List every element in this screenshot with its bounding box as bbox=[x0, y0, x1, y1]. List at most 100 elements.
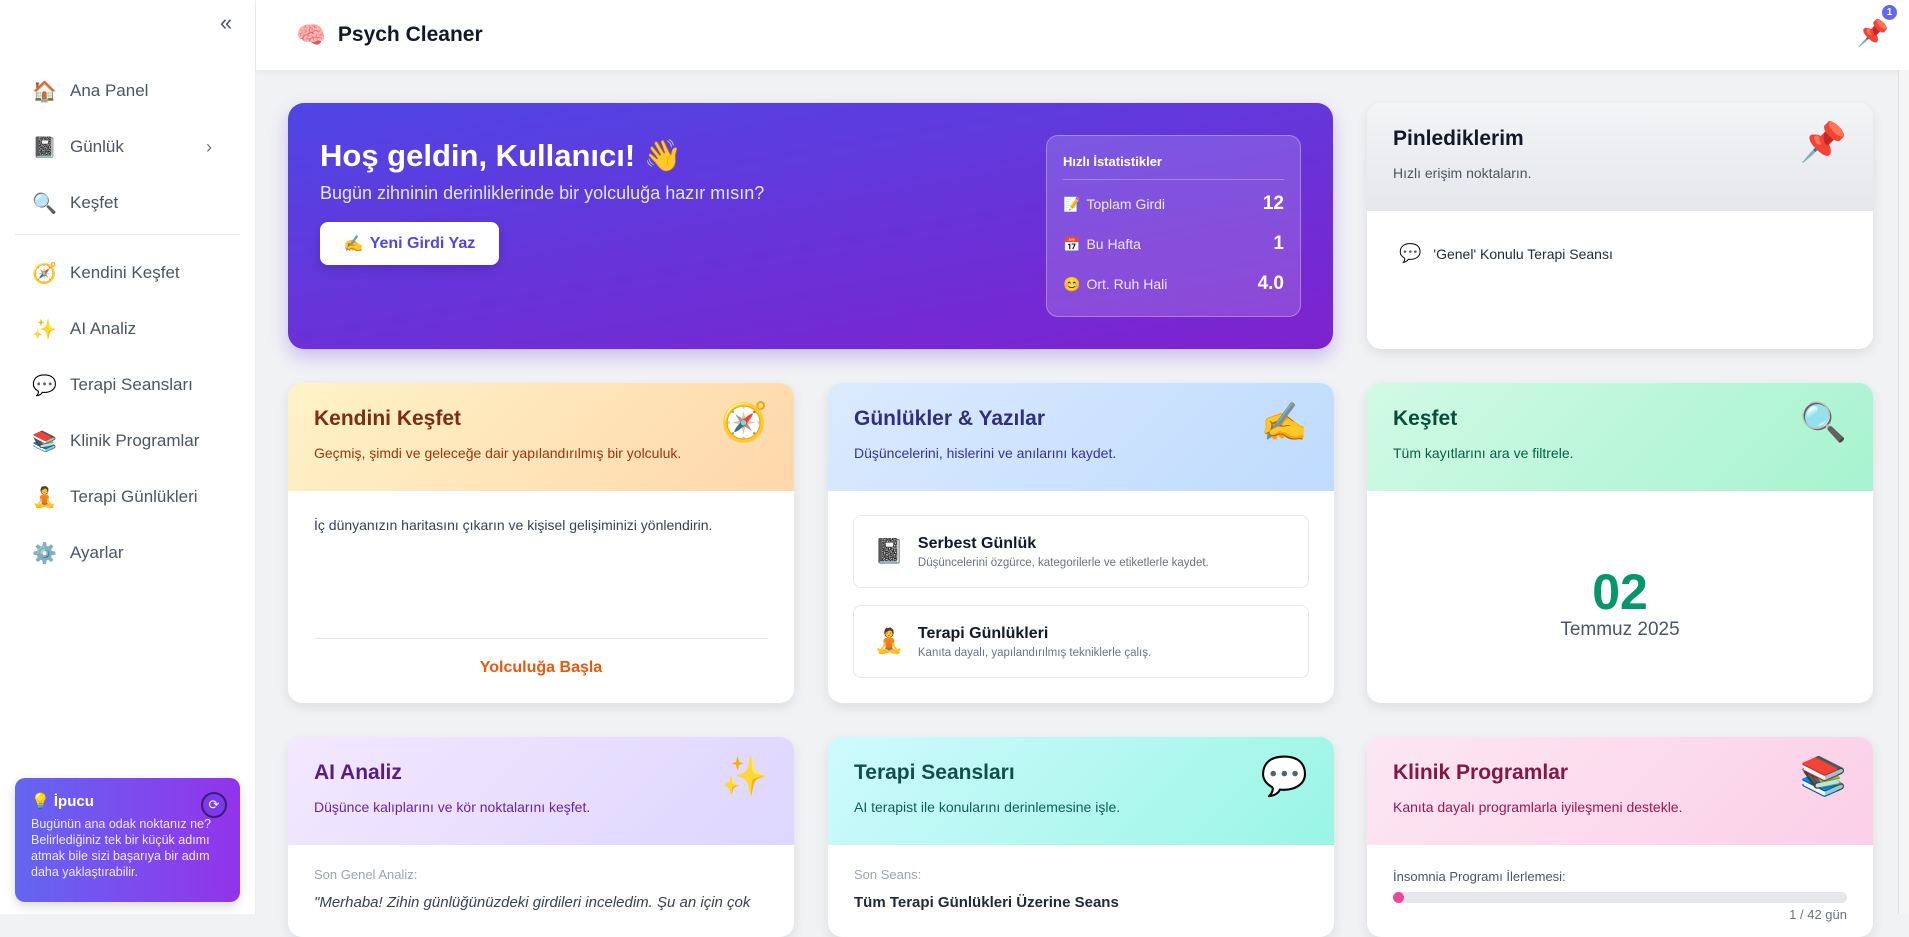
pinned-item-label: 'Genel' Konulu Terapi Seansı bbox=[1433, 245, 1613, 262]
welcome-subtitle: Bugün zihninin derinliklerinde bir yolcu… bbox=[320, 183, 765, 203]
last-session-label: Son Seans: bbox=[854, 867, 922, 882]
welcome-banner: Hoş geldin, Kullanıcı! 👋 Bugün zihninin … bbox=[288, 103, 1333, 349]
card-header: Günlükler & Yazılar Düşüncelerini, hisle… bbox=[828, 383, 1334, 491]
quick-stats-title: Hızlı İstatistikler bbox=[1063, 136, 1284, 180]
sidebar-item-terapi-gunlukleri[interactable]: 🧘 Terapi Günlükleri bbox=[0, 475, 256, 519]
pins-subtitle: Hızlı erişim noktaların. bbox=[1393, 165, 1532, 181]
stat-this-week: 📅 Bu Hafta 1 bbox=[1063, 224, 1284, 264]
app-title: Psych Cleaner bbox=[337, 23, 483, 46]
stat-label: Ort. Ruh Hali bbox=[1086, 276, 1168, 292]
top-header: 🧠 Psych Cleaner 📌 1 bbox=[256, 0, 1909, 70]
gear-icon: ⚙️ bbox=[32, 542, 57, 565]
stat-value: 1 bbox=[1273, 233, 1284, 254]
meditation-icon: 🧘 bbox=[32, 486, 57, 509]
start-journey-link[interactable]: Yolculuğa Başla bbox=[314, 638, 768, 677]
pins-button[interactable]: 📌 1 bbox=[1857, 5, 1897, 49]
sidebar-item-label: Keşfet bbox=[70, 193, 119, 212]
card-header: Keşfet Tüm kayıtlarını ara ve filtrele. … bbox=[1367, 383, 1873, 491]
pinned-item[interactable]: 💬 'Genel' Konulu Terapi Seansı bbox=[1399, 243, 1613, 264]
chevron-right-icon: › bbox=[206, 136, 212, 157]
card-title: AI Analiz bbox=[314, 761, 402, 784]
sparkles-icon: ✨ bbox=[720, 756, 768, 798]
pins-card-header: Pinlediklerim Hızlı erişim noktaların. 📌 bbox=[1367, 103, 1873, 211]
meditation-icon: 🧘 bbox=[874, 628, 904, 655]
last-analysis-quote: "Merhaba! Zihin günlüğünüzdeki girdileri… bbox=[314, 894, 751, 911]
card-title: Günlükler & Yazılar bbox=[854, 407, 1046, 430]
card-title: Kendini Keşfet bbox=[314, 407, 462, 430]
brain-icon: 🧠 bbox=[296, 21, 326, 49]
date-month-year: Temmuz 2025 bbox=[1560, 619, 1680, 640]
speech-bubble-icon: 💬 bbox=[1260, 756, 1308, 798]
card-header: Terapi Seansları AI terapist ile konular… bbox=[828, 737, 1334, 845]
item-desc: Kanıta dayalı, yapılandırılmış teknikler… bbox=[917, 646, 1152, 659]
date-day: 02 bbox=[1592, 564, 1648, 620]
writing-hand-icon: ✍️ bbox=[1260, 402, 1308, 444]
welcome-title: Hoş geldin, Kullanıcı! 👋 bbox=[320, 138, 683, 173]
clinical-programs-card[interactable]: Klinik Programlar Kanıta dayalı programl… bbox=[1367, 737, 1873, 937]
sidebar-item-label: Kendini Keşfet bbox=[70, 263, 180, 282]
stat-value: 4.0 bbox=[1257, 273, 1284, 294]
sidebar-item-label: Günlük bbox=[70, 137, 124, 156]
stat-avg-mood: 😊 Ort. Ruh Hali 4.0 bbox=[1063, 264, 1284, 304]
therapy-journals-item[interactable]: 🧘 Terapi Günlükleri Kanıta dayalı, yapılan… bbox=[853, 605, 1309, 678]
sidebar-item-label: Klinik Programlar bbox=[70, 431, 200, 450]
card-body-text: İç dünyanızın haritasını çıkarın ve kişi… bbox=[314, 517, 713, 533]
card-header: AI Analiz Düşünce kalıplarını ve kör nok… bbox=[288, 737, 794, 845]
sidebar-item-label: AI Analiz bbox=[70, 319, 137, 338]
program-progress-text: 1 / 42 gün bbox=[1789, 907, 1847, 922]
card-header: Klinik Programlar Kanıta dayalı programl… bbox=[1367, 737, 1873, 845]
house-icon: 🏠 bbox=[32, 80, 57, 103]
search-icon: 🔍 bbox=[1799, 402, 1847, 444]
therapy-sessions-card[interactable]: Terapi Seansları AI terapist ile konular… bbox=[828, 737, 1334, 937]
books-icon: 📚 bbox=[1799, 756, 1847, 798]
card-subtitle: AI terapist ile konularını derinlemesine… bbox=[854, 799, 1121, 815]
tip-title: 💡 İpucu bbox=[31, 792, 224, 810]
sidebar: « 🏠 Ana Panel 📓 Günlük › 🔍 Keşfet 🧭 Kendini K… bbox=[0, 0, 256, 914]
self-discovery-card[interactable]: Kendini Keşfet Geçmiş, şimdi ve geleceğe… bbox=[288, 383, 794, 703]
tip-card: 💡 İpucu Bugünün ana odak noktanız ne? Be… bbox=[15, 778, 240, 902]
memo-icon: 📝 bbox=[1063, 195, 1081, 212]
stat-total-entries: 📝 Toplam Girdi 12 bbox=[1063, 184, 1284, 224]
card-subtitle: Düşünce kalıplarını ve kör noktalarını k… bbox=[314, 799, 591, 815]
card-title: Terapi Seansları bbox=[854, 761, 1015, 784]
smiley-icon: 😊 bbox=[1063, 275, 1081, 292]
sidebar-item-ai-analiz[interactable]: ✨ AI Analiz bbox=[0, 307, 256, 351]
card-title: Keşfet bbox=[1393, 407, 1458, 430]
sidebar-item-kendini-kesfet[interactable]: 🧭 Kendini Keşfet bbox=[0, 251, 256, 295]
sidebar-item-label: Terapi Seansları bbox=[70, 375, 193, 394]
lightbulb-icon: 💡 bbox=[31, 793, 50, 810]
search-icon: 🔍 bbox=[32, 192, 57, 215]
refresh-tip-button[interactable]: ⟳ bbox=[201, 792, 227, 818]
sidebar-item-kesfet[interactable]: 🔍 Keşfet bbox=[0, 181, 256, 225]
card-title: Klinik Programlar bbox=[1393, 761, 1569, 784]
pushpin-icon: 📌 bbox=[1799, 122, 1847, 164]
sparkles-icon: ✨ bbox=[32, 318, 57, 341]
collapse-sidebar-button[interactable]: « bbox=[220, 10, 232, 36]
explore-card[interactable]: Keşfet Tüm kayıtlarını ara ve filtrele. … bbox=[1367, 383, 1873, 703]
last-analysis-label: Son Genel Analiz: bbox=[314, 867, 418, 882]
compass-icon: 🧭 bbox=[720, 402, 768, 444]
writing-hand-icon: ✍️ bbox=[343, 235, 364, 253]
sidebar-item-klinik-programlar[interactable]: 📚 Klinik Programlar bbox=[0, 419, 256, 463]
page-scrollbar[interactable] bbox=[1898, 70, 1909, 914]
ai-analysis-card[interactable]: AI Analiz Düşünce kalıplarını ve kör nok… bbox=[288, 737, 794, 937]
sidebar-item-terapi-seanslari[interactable]: 💬 Terapi Seansları bbox=[0, 363, 256, 407]
sidebar-item-gunluk[interactable]: 📓 Günlük › bbox=[0, 125, 256, 169]
card-subtitle: Düşüncelerini, hislerini ve anılarını ka… bbox=[854, 445, 1117, 461]
item-desc: Düşüncelerini özgürce, kategorilerle ve … bbox=[917, 556, 1209, 569]
sidebar-item-label: Terapi Günlükleri bbox=[70, 487, 198, 506]
pin-count-badge: 1 bbox=[1882, 5, 1897, 20]
program-progress-fill bbox=[1393, 892, 1404, 903]
sidebar-item-ana-panel[interactable]: 🏠 Ana Panel bbox=[0, 69, 256, 113]
notebook-icon: 📓 bbox=[32, 136, 57, 159]
new-entry-button[interactable]: ✍️ Yeni Girdi Yaz bbox=[320, 222, 499, 265]
sidebar-item-ayarlar[interactable]: ⚙️ Ayarlar bbox=[0, 531, 256, 575]
free-journal-item[interactable]: 📓 Serbest Günlük Düşüncelerini özgürce, ka… bbox=[853, 515, 1309, 588]
item-title: Terapi Günlükleri bbox=[917, 624, 1049, 642]
card-header: Kendini Keşfet Geçmiş, şimdi ve geleceğe… bbox=[288, 383, 794, 491]
stat-value: 12 bbox=[1262, 193, 1284, 214]
sidebar-item-label: Ayarlar bbox=[70, 543, 124, 562]
notebook-icon: 📓 bbox=[874, 538, 904, 565]
card-subtitle: Tüm kayıtlarını ara ve filtrele. bbox=[1393, 445, 1574, 461]
card-subtitle: Kanıta dayalı programlarla iyileşmeni de… bbox=[1393, 799, 1683, 815]
